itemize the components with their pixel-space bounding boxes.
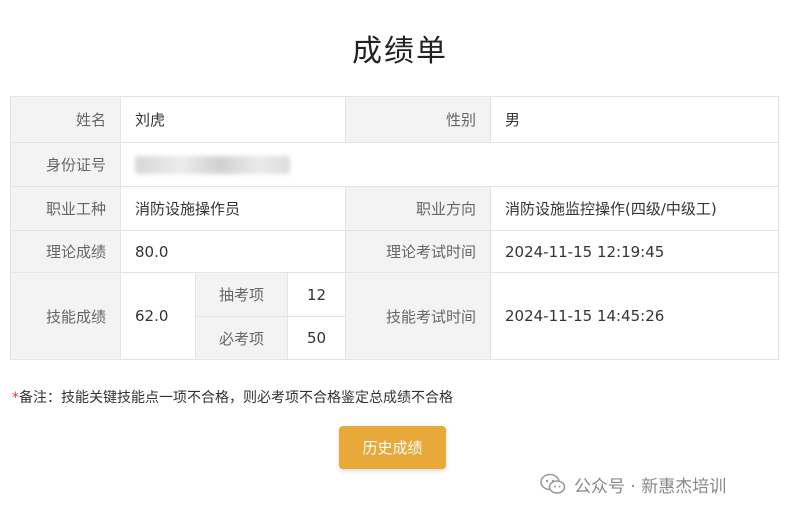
skill-score-value: 62.0 [120, 272, 196, 360]
wechat-icon [540, 473, 566, 494]
table-row: 姓名 刘虎 性别 男 [10, 96, 779, 143]
gender-label: 性别 [345, 96, 491, 143]
random-item-value: 12 [287, 272, 346, 317]
required-item-label: 必考项 [195, 316, 288, 360]
watermark-text: 公众号 · 新惠杰培训 [574, 476, 727, 497]
note-star: * [12, 390, 19, 406]
id-label: 身份证号 [10, 142, 121, 187]
id-value-redacted [120, 142, 779, 187]
note: *备注：技能关键技能点一项不合格，则必考项不合格鉴定总成绩不合格 [12, 387, 453, 407]
score-table: 姓名 刘虎 性别 男 身份证号 职业工种 消防设施操作员 职业方向 消防设施监控… [10, 96, 779, 360]
random-item-label: 抽考项 [195, 272, 288, 317]
table-row: 技能成绩 62.0 抽考项 12 技能考试时间 2024-11-15 14:45… [10, 272, 779, 360]
gender-value: 男 [490, 96, 779, 143]
watermark: 公众号 · 新惠杰培训 [540, 472, 727, 497]
required-item-value: 50 [287, 316, 346, 360]
theory-score-label: 理论成绩 [10, 230, 121, 273]
table-row: 职业工种 消防设施操作员 职业方向 消防设施监控操作(四级/中级工) [10, 186, 779, 231]
theory-time-value: 2024-11-15 12:19:45 [490, 230, 779, 273]
job-value: 消防设施操作员 [120, 186, 346, 231]
history-scores-button[interactable]: 历史成绩 [339, 426, 446, 469]
skill-time-label: 技能考试时间 [345, 272, 491, 360]
theory-score-value: 80.0 [120, 230, 346, 273]
direction-value: 消防设施监控操作(四级/中级工) [490, 186, 779, 231]
redacted-blur [135, 155, 290, 174]
skill-time-value: 2024-11-15 14:45:26 [490, 272, 779, 360]
name-label: 姓名 [10, 96, 121, 143]
note-text: 备注：技能关键技能点一项不合格，则必考项不合格鉴定总成绩不合格 [19, 390, 453, 406]
table-row: 身份证号 [10, 142, 779, 187]
job-label: 职业工种 [10, 186, 121, 231]
table-row: 理论成绩 80.0 理论考试时间 2024-11-15 12:19:45 [10, 230, 779, 273]
name-value: 刘虎 [120, 96, 346, 143]
skill-score-label: 技能成绩 [10, 272, 121, 360]
theory-time-label: 理论考试时间 [345, 230, 491, 273]
page-title: 成绩单 [352, 34, 448, 69]
direction-label: 职业方向 [345, 186, 491, 231]
